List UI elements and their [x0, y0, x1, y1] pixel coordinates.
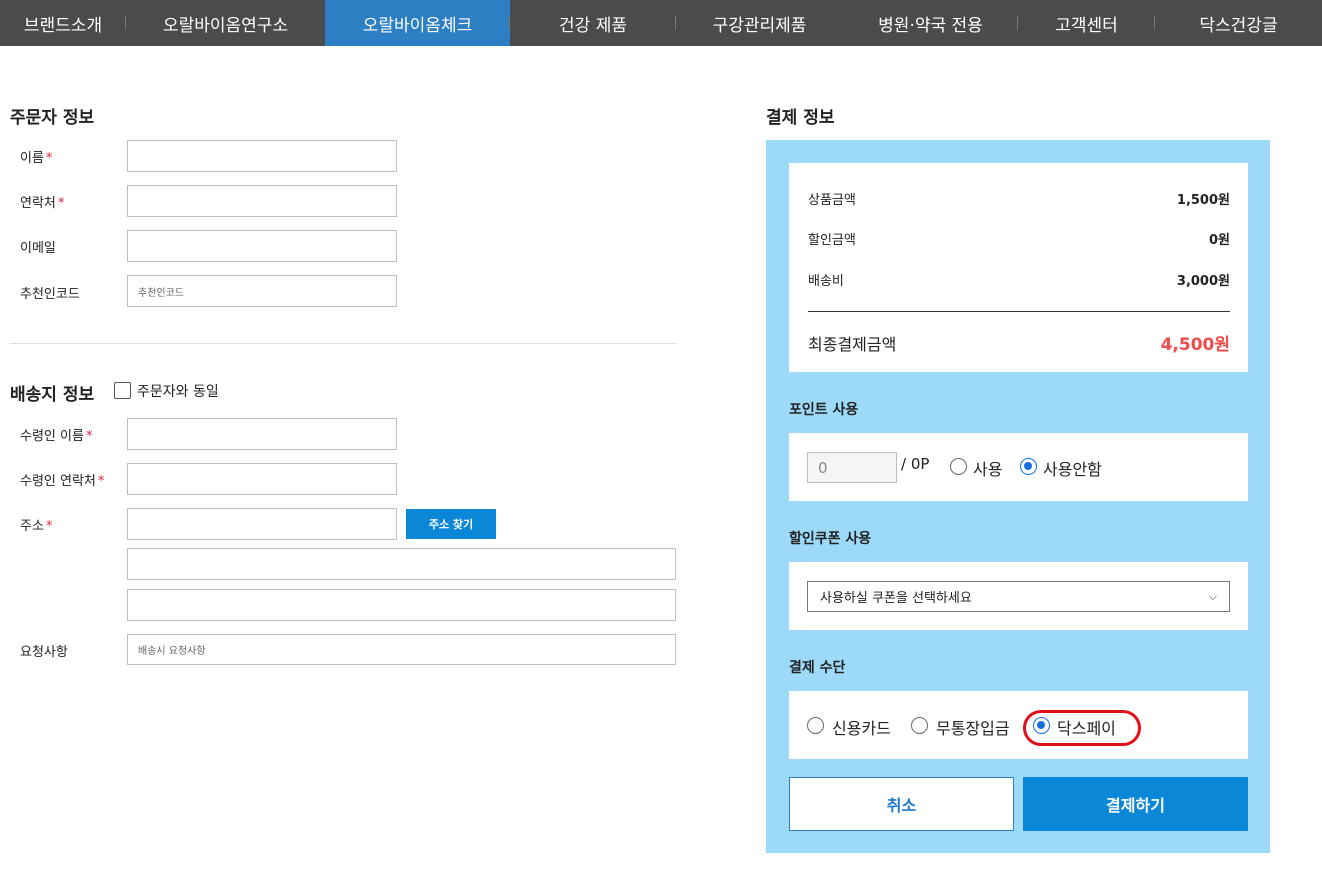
- nav-item-check[interactable]: 오랄바이옴체크: [325, 0, 510, 46]
- points-use-radio[interactable]: [950, 458, 967, 475]
- product-amount-value: 1,500원: [1176, 193, 1230, 208]
- nav-item-health[interactable]: 건강 제품: [510, 0, 676, 46]
- phone-label: 연락처 *: [20, 196, 65, 211]
- credit-card-label: 신용카드: [832, 719, 891, 738]
- nav-item-label: 구강관리제품: [712, 15, 807, 36]
- points-use-label: 사용: [973, 460, 1003, 479]
- shipping-section-title: 배송지 정보: [10, 385, 95, 405]
- address-label: 주소 *: [20, 519, 53, 534]
- nav-item-lab[interactable]: 오랄바이옴연구소: [126, 0, 325, 46]
- top-navigation: 브랜드소개 오랄바이옴연구소 오랄바이옴체크 건강 제품 구강관리제품 병원·약…: [0, 0, 1322, 46]
- same-as-orderer-label: 주문자와 동일: [137, 384, 219, 400]
- points-title: 포인트 사용: [789, 402, 859, 418]
- points-input[interactable]: 0: [807, 452, 897, 483]
- points-box: 0 / 0P 사용 사용안함: [789, 433, 1248, 501]
- nav-item-oral-care[interactable]: 구강관리제품: [676, 0, 843, 46]
- phone-input[interactable]: [127, 185, 397, 217]
- payment-panel: 상품금액 1,500원 할인금액 0원 배송비 3,000원 최종결제금액 4,…: [766, 140, 1270, 853]
- product-amount-label: 상품금액: [808, 193, 856, 208]
- postcode-input[interactable]: [127, 508, 397, 540]
- discount-amount-value: 0원: [1208, 233, 1230, 248]
- bank-transfer-label: 무통장입금: [936, 719, 1010, 738]
- nav-item-brand[interactable]: 브랜드소개: [0, 0, 126, 46]
- nav-item-label: 병원·약국 전용: [878, 15, 983, 36]
- total-amount-label: 최종결제금액: [808, 335, 897, 354]
- shipping-fee-value: 3,000원: [1176, 274, 1230, 289]
- email-label: 이메일: [20, 241, 56, 256]
- find-address-button[interactable]: 주소 찾기: [406, 509, 496, 539]
- payment-method-title: 결제 수단: [789, 660, 846, 676]
- nav-item-label: 건강 제품: [559, 15, 627, 36]
- name-input[interactable]: [127, 140, 397, 172]
- payment-section-title: 결제 정보: [766, 108, 835, 128]
- address-line1-input[interactable]: [127, 548, 676, 580]
- email-input[interactable]: [127, 230, 397, 262]
- orderer-section-title: 주문자 정보: [10, 108, 95, 128]
- bank-transfer-radio[interactable]: [911, 717, 928, 734]
- selected-method-highlight: [1023, 710, 1141, 746]
- coupon-select-value: 사용하실 쿠폰을 선택하세요: [820, 591, 972, 606]
- same-as-orderer-checkbox[interactable]: [114, 382, 131, 399]
- payment-method-box: 신용카드 무통장입금 닥스페이: [789, 691, 1248, 759]
- coupon-box: 사용하실 쿠폰을 선택하세요 ⌵: [789, 562, 1248, 630]
- price-summary: 상품금액 1,500원 할인금액 0원 배송비 3,000원 최종결제금액 4,…: [789, 163, 1248, 372]
- recipient-name-label: 수령인 이름 *: [20, 429, 93, 444]
- coupon-select[interactable]: 사용하실 쿠폰을 선택하세요 ⌵: [807, 581, 1230, 612]
- recipient-phone-input[interactable]: [127, 463, 397, 495]
- nav-item-label: 고객센터: [1055, 15, 1118, 36]
- pay-button[interactable]: 결제하기: [1023, 777, 1248, 831]
- shipping-fee-label: 배송비: [808, 274, 844, 289]
- referral-code-input[interactable]: 추천인코드: [127, 275, 397, 307]
- total-amount-value: 4,500원: [1160, 335, 1230, 355]
- nav-item-label: 오랄바이옴연구소: [162, 15, 289, 36]
- coupon-title: 할인쿠폰 사용: [789, 531, 872, 547]
- section-divider: [10, 343, 676, 344]
- referral-label: 추천인코드: [20, 287, 80, 302]
- recipient-name-input[interactable]: [127, 418, 397, 450]
- request-input[interactable]: 배송시 요청사항: [127, 634, 676, 665]
- nav-item-support[interactable]: 고객센터: [1018, 0, 1155, 46]
- points-no-use-label: 사용안함: [1043, 460, 1102, 479]
- nav-item-label: 닥스건강글: [1199, 15, 1278, 36]
- credit-card-radio[interactable]: [807, 717, 824, 734]
- address-line2-input[interactable]: [127, 589, 676, 621]
- points-no-use-radio[interactable]: [1020, 458, 1037, 475]
- recipient-phone-label: 수령인 연락처 *: [20, 474, 105, 489]
- name-label: 이름 *: [20, 151, 53, 166]
- nav-item-label: 오랄바이옴체크: [362, 15, 473, 36]
- points-balance: / 0P: [901, 455, 930, 473]
- cancel-button[interactable]: 취소: [789, 777, 1014, 831]
- summary-divider: [808, 311, 1230, 312]
- nav-item-blog[interactable]: 닥스건강글: [1155, 0, 1322, 46]
- nav-item-label: 브랜드소개: [23, 15, 103, 36]
- request-label: 요청사항: [20, 645, 68, 660]
- chevron-down-icon: ⌵: [1208, 589, 1217, 603]
- nav-item-hospital[interactable]: 병원·약국 전용: [843, 0, 1018, 46]
- discount-amount-label: 할인금액: [808, 233, 856, 248]
